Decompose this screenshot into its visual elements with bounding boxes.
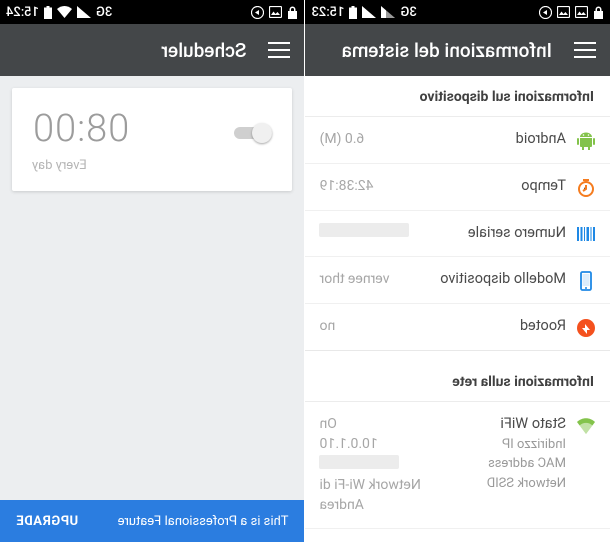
phone-icon [566,269,596,291]
play-icon [539,6,552,19]
row-bluetooth[interactable]: Stato del Bluetooth Off [306,529,610,542]
schedule-toggle[interactable] [235,122,273,144]
row-label: Rooted [335,316,566,336]
row-value: 42:38:19 [320,176,374,196]
row-android[interactable]: Android 6.0 (M) [306,117,610,164]
app-bar: Scheduler [0,24,305,76]
app-title: Scheduler [161,39,246,62]
signal-icon [362,6,376,18]
banner-text: This is a Professional Feature [118,514,289,529]
row-label: Android [364,129,566,149]
schedule-repeat: Every day [32,158,129,173]
menu-icon[interactable] [574,42,596,58]
row-value: On 10.0.1.10 Network Wi-Fi di Andrea [320,414,450,515]
android-icon [566,129,596,151]
status-time: 15:23 [312,5,345,20]
row-value: 6.0 (M) [320,129,365,149]
lock-icon [593,6,604,19]
row-label: Modello dispositivo [389,269,566,289]
image-icon [557,6,570,18]
signal-icon [381,6,395,18]
wifi-icon [57,6,72,18]
lock-icon [288,6,299,19]
schedule-card[interactable]: 08:00 Every day [12,88,293,191]
row-label: Stato WiFi Indirizzo IP MAC address Netw… [450,414,567,492]
upgrade-banner: This is a Professional Feature UPGRADE [0,500,305,542]
status-bar: 3G 15:24 [0,0,305,24]
section-heading: Informazioni sul dispositivo [306,76,610,117]
row-wifi[interactable]: Stato WiFi Indirizzo IP MAC address Netw… [306,402,610,528]
image-icon [270,6,283,18]
battery-icon [349,6,357,19]
row-tempo[interactable]: Tempo 42:38:19 [306,164,610,211]
row-label: Numero seriale [410,223,567,243]
status-bar: 3G 15:23 [306,0,610,24]
network-label: 3G [96,5,112,20]
device-info-section: Informazioni sul dispositivo Android 6.0… [306,76,610,351]
row-value [320,223,410,243]
network-label: 3G [400,5,416,20]
row-value: no [320,316,336,336]
upgrade-button[interactable]: UPGRADE [16,514,78,529]
barcode-icon [566,223,596,245]
menu-icon[interactable] [269,42,291,58]
row-value: vernee thor [320,269,390,289]
wifi-icon [566,414,596,435]
play-icon [252,6,265,19]
battery-icon [44,6,52,19]
section-heading: Informazioni sulla rete [306,361,610,402]
signal-icon [77,6,91,18]
timer-icon [566,176,596,198]
status-time: 15:24 [6,5,39,20]
network-info-section: Informazioni sulla rete Stato WiFi Indir… [306,361,610,542]
rooted-icon [566,316,596,338]
app-bar: Informazioni del sistema [306,24,610,76]
app-title: Informazioni del sistema [342,39,552,62]
row-label: Tempo [374,176,567,196]
row-model[interactable]: Modello dispositivo vernee thor [306,257,610,304]
row-rooted[interactable]: Rooted no [306,304,610,350]
image-icon [575,6,588,18]
schedule-time: 08:00 [32,110,129,148]
row-serial[interactable]: Numero seriale [306,211,610,258]
